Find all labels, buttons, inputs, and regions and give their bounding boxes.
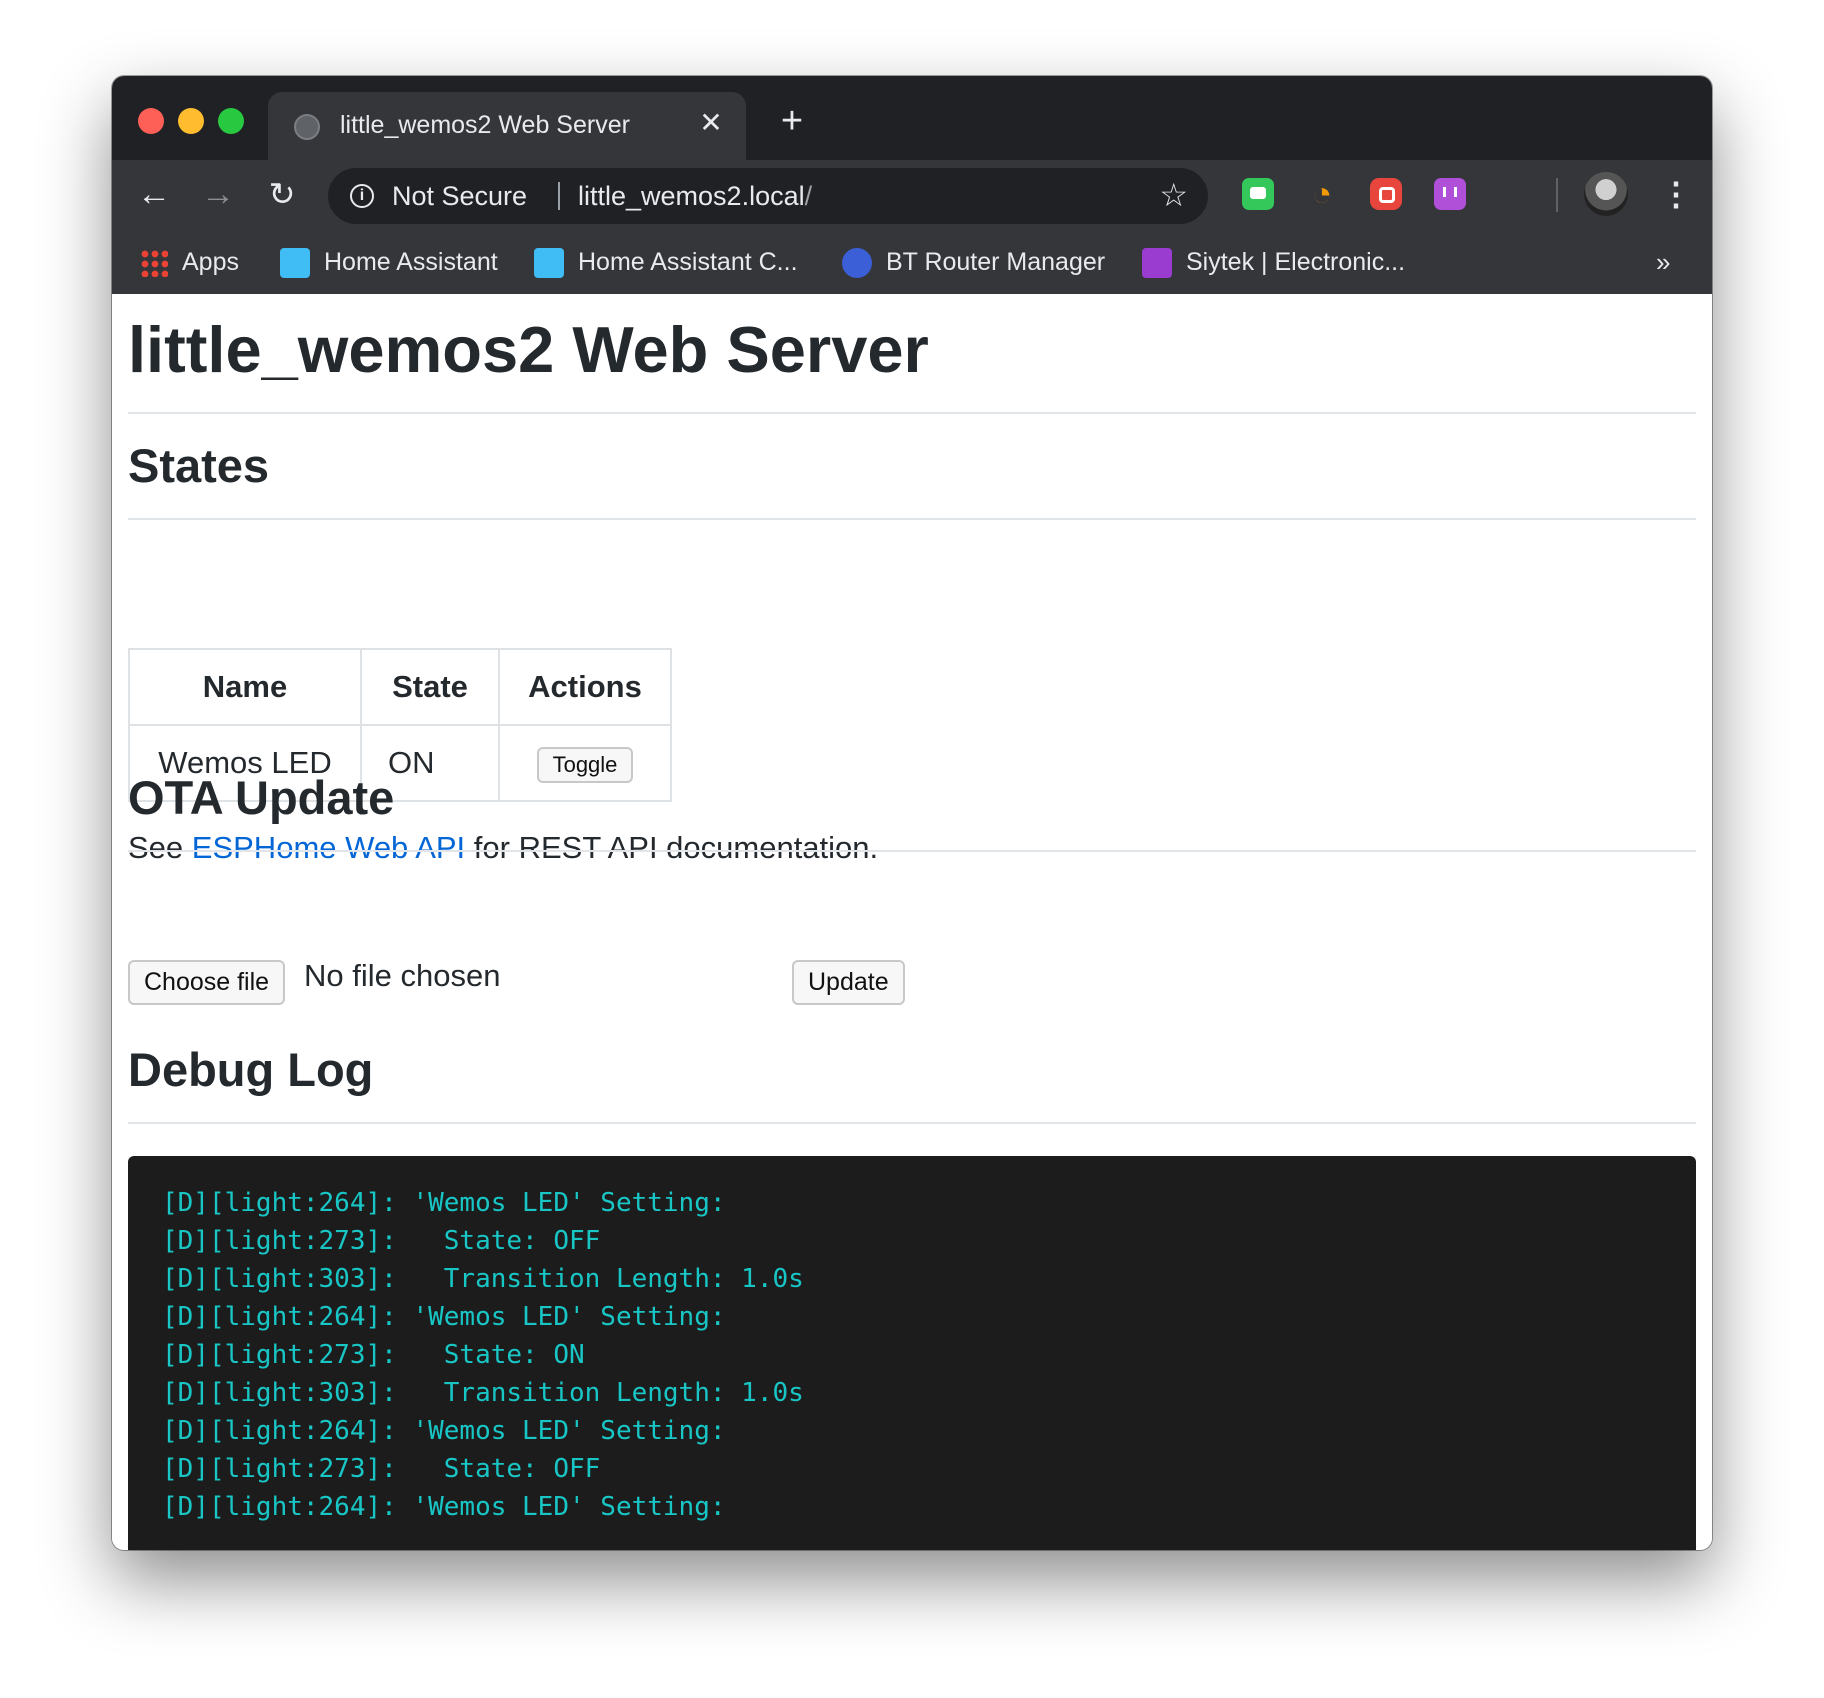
bookmark-siytek[interactable]: Siytek | Electronic... <box>1142 246 1406 279</box>
maximize-window-button[interactable] <box>218 108 244 134</box>
omnibox-divider <box>558 182 560 210</box>
address-bar[interactable]: i Not Secure little_wemos2.local/ ☆ <box>328 168 1208 224</box>
reload-button[interactable]: ↻ <box>262 174 302 214</box>
title-divider <box>128 412 1696 414</box>
bookmark-star-icon[interactable]: ☆ <box>1159 177 1188 213</box>
log-line: [D][light:303]: Transition Length: 1.0s <box>162 1378 804 1408</box>
camera-extension-icon[interactable] <box>1370 178 1402 210</box>
column-header-state: State <box>360 648 500 726</box>
debug-log-heading: Debug Log <box>128 1043 374 1096</box>
bookmark-apps[interactable]: Apps <box>140 246 239 278</box>
minimize-window-button[interactable] <box>178 108 204 134</box>
bt-icon <box>842 248 872 279</box>
rss-extension-icon[interactable]: ◔ <box>1306 177 1338 211</box>
bookmarks-bar: Apps Home Assistant Home Assistant C... … <box>112 230 1712 294</box>
apps-grid-icon <box>140 249 168 278</box>
toggle-button[interactable]: Toggle <box>536 746 634 783</box>
close-window-button[interactable] <box>138 108 164 134</box>
info-icon[interactable]: i <box>350 184 374 208</box>
column-header-actions: Actions <box>498 648 672 726</box>
home-assistant-icon <box>534 248 564 279</box>
ota-heading: OTA Update <box>128 771 395 824</box>
log-line: [D][light:264]: 'Wemos LED' Setting: <box>162 1492 726 1522</box>
debug-log-divider <box>128 1122 1696 1124</box>
bookmark-label: Home Assistant <box>324 248 498 276</box>
ota-divider <box>128 850 1696 852</box>
new-tab-button[interactable]: + <box>774 102 810 140</box>
cell-actions: Toggle <box>498 724 672 802</box>
globe-icon <box>294 114 320 140</box>
bookmark-home-assistant[interactable]: Home Assistant <box>280 246 498 279</box>
api-note-prefix: See <box>128 830 192 865</box>
url-path: / <box>804 181 813 211</box>
states-heading: States <box>128 439 270 492</box>
siytek-icon <box>1142 248 1172 279</box>
page-content: little_wemos2 Web Server States Name Sta… <box>112 294 1712 1550</box>
toolbar: ← → ↻ i Not Secure little_wemos2.local/ … <box>112 160 1712 230</box>
api-note-suffix: for REST API documentation. <box>465 830 879 865</box>
bookmark-home-assistant-c[interactable]: Home Assistant C... <box>534 246 798 279</box>
log-line: [D][light:273]: State: OFF <box>162 1226 601 1256</box>
security-label[interactable]: Not Secure <box>392 181 527 212</box>
back-button[interactable]: ← <box>134 174 174 214</box>
column-header-name: Name <box>128 648 362 726</box>
bookmark-label: Apps <box>182 248 239 276</box>
bookmark-label: Home Assistant C... <box>578 248 798 276</box>
log-line: [D][light:273]: State: OFF <box>162 1454 601 1484</box>
api-note: See ESPHome Web API for REST API documen… <box>128 830 878 866</box>
toolbar-divider <box>1556 178 1558 212</box>
forward-button[interactable]: → <box>198 174 238 214</box>
choose-file-button[interactable]: Choose file <box>128 960 286 1005</box>
stats-extension-icon[interactable] <box>1434 178 1466 210</box>
esphome-web-api-link[interactable]: ESPHome Web API <box>192 830 465 865</box>
log-line: [D][light:303]: Transition Length: 1.0s <box>162 1264 804 1294</box>
chat-extension-icon[interactable] <box>1242 178 1274 210</box>
url-host: little_wemos2.local <box>578 181 805 211</box>
log-line: [D][light:264]: 'Wemos LED' Setting: <box>162 1416 726 1446</box>
tab-bar: little_wemos2 Web Server ✕ + <box>112 76 1712 160</box>
file-status: No file chosen <box>304 958 501 993</box>
close-tab-icon[interactable]: ✕ <box>696 108 726 138</box>
table-header-row: Name State Actions <box>128 648 672 726</box>
url-text[interactable]: little_wemos2.local/ <box>578 181 812 212</box>
log-line: [D][light:264]: 'Wemos LED' Setting: <box>162 1302 726 1332</box>
log-line: [D][light:273]: State: ON <box>162 1340 585 1370</box>
bookmark-label: Siytek | Electronic... <box>1186 248 1406 276</box>
bookmark-label: BT Router Manager <box>886 248 1106 276</box>
more-menu-icon[interactable]: ⋮ <box>1660 174 1692 214</box>
log-line: [D][light:264]: 'Wemos LED' Setting: <box>162 1188 726 1218</box>
tab-active[interactable]: little_wemos2 Web Server ✕ <box>268 92 746 160</box>
debug-log-console[interactable]: [D][light:264]: 'Wemos LED' Setting: [D]… <box>128 1156 1696 1550</box>
bookmark-bt-router[interactable]: BT Router Manager <box>842 246 1106 279</box>
home-assistant-icon <box>280 248 310 279</box>
states-divider <box>128 518 1696 520</box>
page-title: little_wemos2 Web Server <box>128 313 929 386</box>
update-button[interactable]: Update <box>792 960 905 1005</box>
tab-title: little_wemos2 Web Server <box>340 111 630 139</box>
browser-window: little_wemos2 Web Server ✕ + ← → ↻ i Not… <box>112 76 1712 1550</box>
profile-avatar[interactable] <box>1584 172 1628 216</box>
bookmarks-overflow-button[interactable]: » <box>1656 246 1670 278</box>
